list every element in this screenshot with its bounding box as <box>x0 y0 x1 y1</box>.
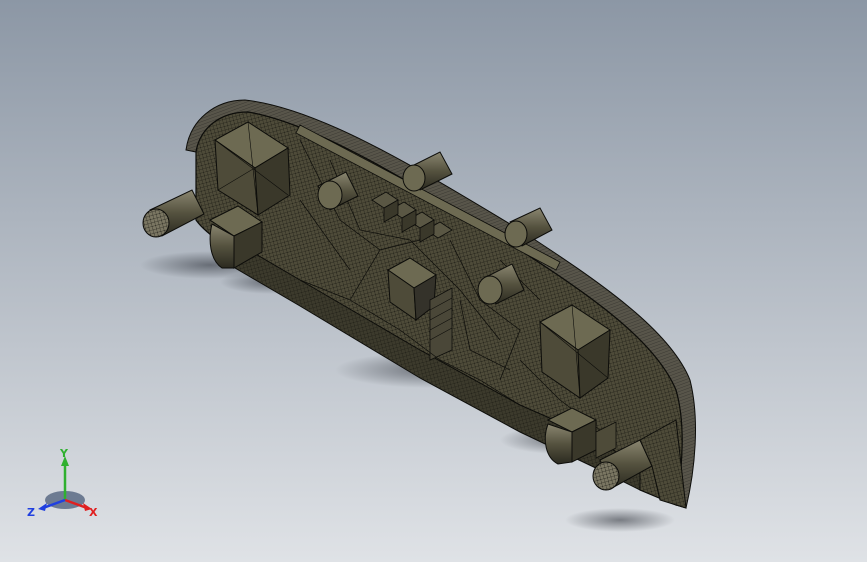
3d-viewport[interactable]: Y X Z <box>0 0 867 562</box>
model-view[interactable] <box>0 0 867 562</box>
x-axis-label: X <box>89 506 98 519</box>
z-axis-label: Z <box>27 506 35 519</box>
z-axis-arrow <box>38 503 47 511</box>
y-axis-label: Y <box>59 448 69 460</box>
orientation-triad[interactable]: Y X Z <box>25 448 105 528</box>
